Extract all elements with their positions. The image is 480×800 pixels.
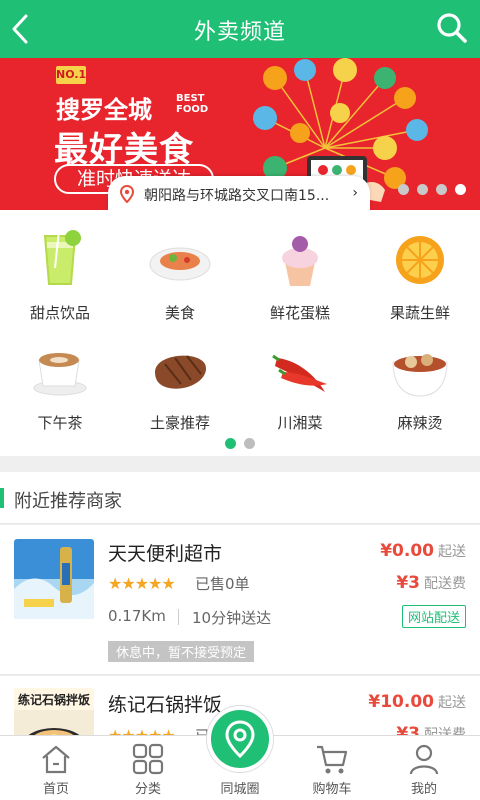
- chevron-right-icon: ›: [352, 185, 358, 201]
- location-address: 朝阳路与环城路交叉口南15...: [144, 188, 330, 204]
- banner-dot-active[interactable]: [455, 184, 466, 195]
- category-item[interactable]: 果蔬生鲜: [360, 228, 480, 323]
- svg-text:练记石锅拌饭: 练记石锅拌饭: [18, 692, 90, 707]
- local-circle-button[interactable]: [207, 706, 273, 772]
- page-dot[interactable]: [244, 438, 255, 449]
- tab-cart[interactable]: 购物车: [284, 736, 380, 800]
- category-label: 美食: [164, 304, 195, 322]
- shop-thumbnail: [14, 539, 94, 619]
- orange-icon: [396, 236, 444, 284]
- category-label: 川湘菜: [277, 414, 323, 432]
- min-order-label: 起送: [438, 544, 466, 560]
- category-item[interactable]: 甜点饮品: [0, 228, 120, 323]
- location-pin-icon: [120, 185, 134, 203]
- category-label: 土豪推荐: [149, 414, 210, 432]
- page-dot-active[interactable]: [225, 438, 236, 449]
- drink-icon: [43, 229, 81, 285]
- category-label: 鲜花蛋糕: [269, 304, 330, 322]
- tab-label: 购物车: [312, 782, 352, 797]
- banner-pagination: [398, 184, 466, 195]
- category-label: 甜点饮品: [29, 304, 90, 322]
- section-title: 附近推荐商家: [14, 491, 122, 512]
- tab-label: 首页: [42, 782, 69, 797]
- min-order-price: ¥10.00 起送: [368, 692, 466, 712]
- tab-label: 同城圈: [220, 782, 260, 797]
- top-bar: 外卖频道: [0, 0, 480, 58]
- dish-icon: [149, 247, 211, 281]
- tab-home[interactable]: 首页: [8, 736, 104, 800]
- divider: [178, 609, 179, 625]
- tab-label: 我的: [410, 782, 437, 797]
- shop-distance: 0.17Km: [108, 607, 166, 625]
- category-item[interactable]: 下午茶: [0, 338, 120, 433]
- user-icon: [409, 744, 439, 775]
- cupcake-icon: [282, 236, 318, 286]
- shop-list-item[interactable]: 天天便利超市 ★★★★★ 已售0单 0.17Km 10分钟送达 ¥0.00 起送 …: [0, 525, 480, 675]
- search-icon: [437, 13, 467, 43]
- delivery-fee-value: ¥3: [396, 573, 420, 593]
- shop-eta: 10分钟送达: [192, 609, 272, 627]
- app-root: 外卖频道 NO.1 搜罗全城 BEST FOOD 最好美食 准时快速送达: [0, 0, 480, 800]
- banner-dot[interactable]: [398, 184, 409, 195]
- category-item[interactable]: 麻辣烫: [360, 338, 480, 433]
- location-pin-icon: [225, 720, 255, 759]
- shop-name: 练记石锅拌饭: [108, 694, 223, 716]
- category-label: 麻辣烫: [397, 414, 443, 432]
- chili-icon: [272, 354, 327, 392]
- category-item[interactable]: 土豪推荐: [120, 338, 240, 433]
- delivery-fee-label: 配送费: [424, 576, 466, 592]
- home-icon: [42, 745, 70, 774]
- steak-icon: [155, 355, 207, 389]
- category-item[interactable]: 美食: [120, 228, 240, 323]
- banner-dot[interactable]: [436, 184, 447, 195]
- grid-icon: [132, 743, 164, 775]
- delivery-tag: 网站配送: [401, 605, 466, 628]
- min-order-value: ¥0.00: [380, 541, 434, 561]
- category-label: 下午茶: [37, 414, 83, 432]
- shop-sold-count: 已售0单: [195, 575, 250, 593]
- search-button[interactable]: [434, 10, 470, 46]
- banner-dot[interactable]: [417, 184, 428, 195]
- page-title: 外卖频道: [193, 20, 286, 45]
- category-label: 果蔬生鲜: [389, 304, 450, 322]
- rating-stars-icon: ★★★★★: [108, 574, 176, 593]
- category-grid: 甜点饮品 美食 鲜花蛋糕 果蔬生鲜 下午茶 土豪推荐 川湘菜 麻辣烫: [0, 210, 480, 456]
- banner-headline: 搜罗全城: [56, 96, 152, 124]
- status-badge: 休息中，暂不接受预定: [108, 641, 255, 662]
- delivery-fee: ¥3配送费: [396, 573, 466, 593]
- min-order-price: ¥0.00 起送: [380, 541, 466, 561]
- cart-icon: [317, 745, 348, 774]
- category-pagination: [0, 438, 480, 449]
- category-item[interactable]: 鲜花蛋糕: [240, 228, 360, 323]
- shop-name: 天天便利超市: [108, 543, 223, 565]
- category-item[interactable]: 川湘菜: [240, 338, 360, 433]
- nearby-section-header: 附近推荐商家: [0, 472, 480, 524]
- location-selector[interactable]: 朝阳路与环城路交叉口南15... ›: [108, 176, 370, 210]
- min-order-label: 起送: [438, 695, 466, 711]
- tab-category[interactable]: 分类: [100, 736, 196, 800]
- coffee-icon: [33, 353, 87, 396]
- tab-me[interactable]: 我的: [376, 736, 472, 800]
- section-accent-bar: [0, 488, 4, 508]
- tab-label: 分类: [134, 782, 161, 797]
- hotpot-icon: [392, 354, 448, 397]
- min-order-value: ¥10.00: [368, 692, 434, 712]
- banner-best-food: BEST FOOD: [176, 93, 209, 115]
- banner-badge: NO.1: [56, 66, 86, 84]
